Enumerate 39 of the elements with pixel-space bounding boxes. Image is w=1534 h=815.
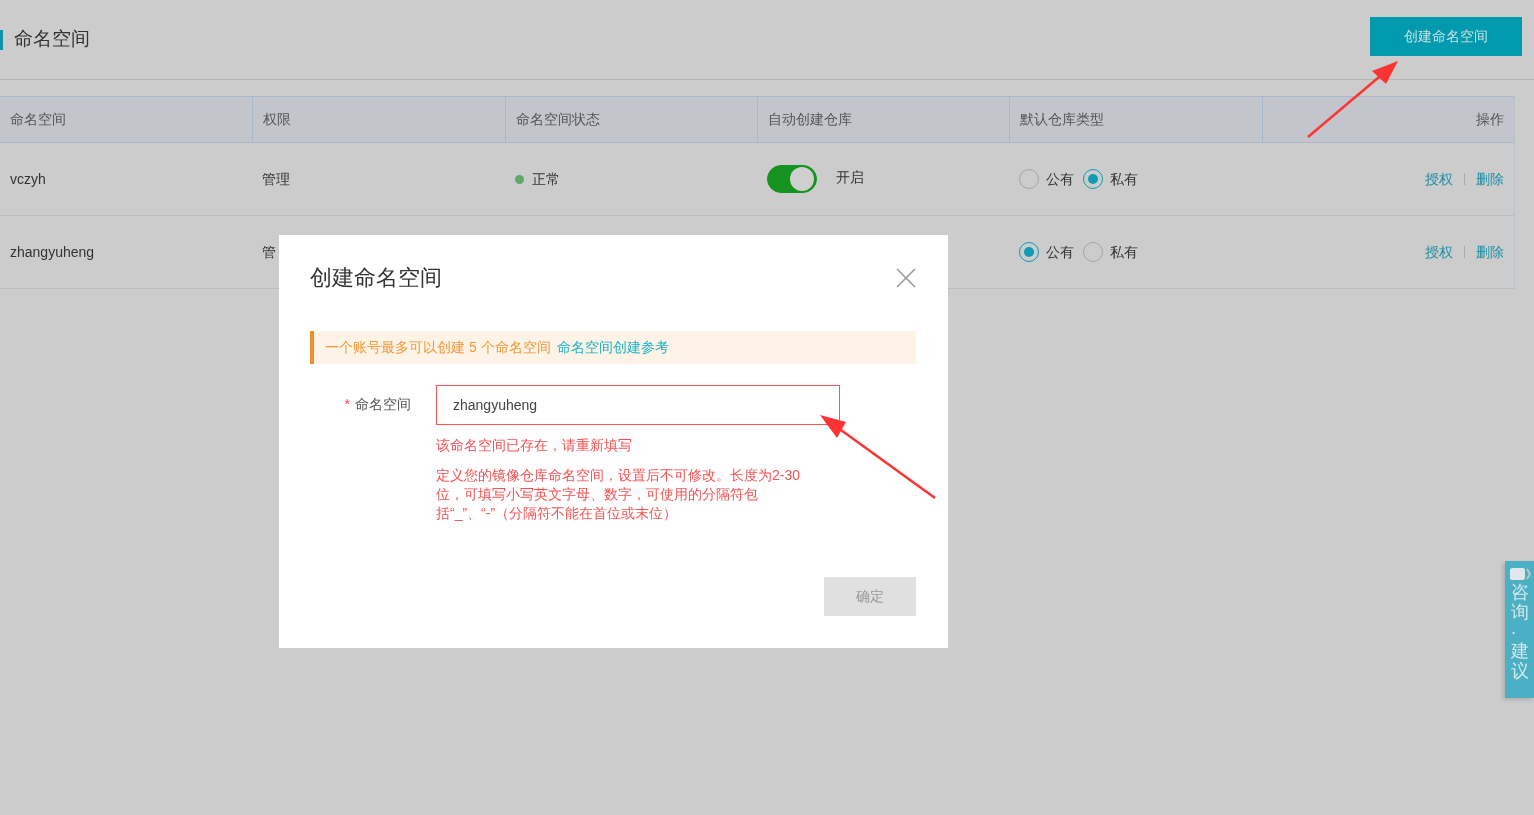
radio-button[interactable] xyxy=(1019,169,1040,189)
action-link[interactable]: 授权 xyxy=(1425,241,1453,263)
field-label: 命名空间 xyxy=(355,395,411,414)
table-cell-text: zhangyuheng xyxy=(10,242,95,262)
table-cell-text: 管理 xyxy=(262,169,291,189)
radio-label: 私有 xyxy=(1110,242,1139,262)
column-header: 权限 xyxy=(263,110,292,129)
action-link[interactable]: 删除 xyxy=(1476,241,1504,263)
toggle-label: 开启 xyxy=(836,167,864,187)
column-header: 自动创建仓库 xyxy=(768,110,852,129)
close-icon[interactable] xyxy=(896,267,916,288)
radio-label: 公有 xyxy=(1046,169,1075,189)
page-title: 命名空间 xyxy=(14,27,90,52)
required-mark: * xyxy=(344,395,350,414)
feedback-tab[interactable]: 咨询·建议 xyxy=(1505,561,1534,698)
column-header: 默认仓库类型 xyxy=(1020,110,1105,129)
help-text: 定义您的镜像仓库命名空间，设置后不可修改。长度为2-30位，可填写小写英文字母、数字，可使用的分隔符包括“_”、“-”（分隔符不能在首位或末位） xyxy=(436,466,801,523)
error-message: 该命名空间已存在，请重新填写 xyxy=(436,436,633,455)
toggle-switch[interactable] xyxy=(767,165,817,193)
radio-label: 私有 xyxy=(1110,169,1139,189)
column-header: 操作 xyxy=(1476,110,1504,129)
radio-label: 公有 xyxy=(1046,242,1075,262)
status-text: 正常 xyxy=(531,169,560,189)
namespace-input[interactable]: zhangyuheng xyxy=(436,385,840,425)
create-namespace-button[interactable]: 创建命名空间 xyxy=(1370,17,1522,56)
radio-button[interactable] xyxy=(1083,169,1104,189)
column-header: 命名空间 xyxy=(10,110,66,129)
dialog-title: 创建命名空间 xyxy=(310,264,442,292)
feedback-label: 咨询·建议 xyxy=(1510,583,1529,682)
radio-button[interactable] xyxy=(1083,242,1104,262)
table-cell-text: vczyh xyxy=(10,169,46,189)
notice-text: 一个账号最多可以创建 5 个命名空间 xyxy=(325,338,551,357)
radio-button[interactable] xyxy=(1019,242,1040,262)
reference-link[interactable]: 命名空间创建参考 xyxy=(556,337,669,358)
action-link[interactable]: 删除 xyxy=(1476,168,1504,190)
column-header: 命名空间状态 xyxy=(515,110,600,129)
table-cell-text: 管 xyxy=(262,242,277,262)
chat-icon xyxy=(1508,567,1531,581)
action-link[interactable]: 授权 xyxy=(1425,168,1453,190)
